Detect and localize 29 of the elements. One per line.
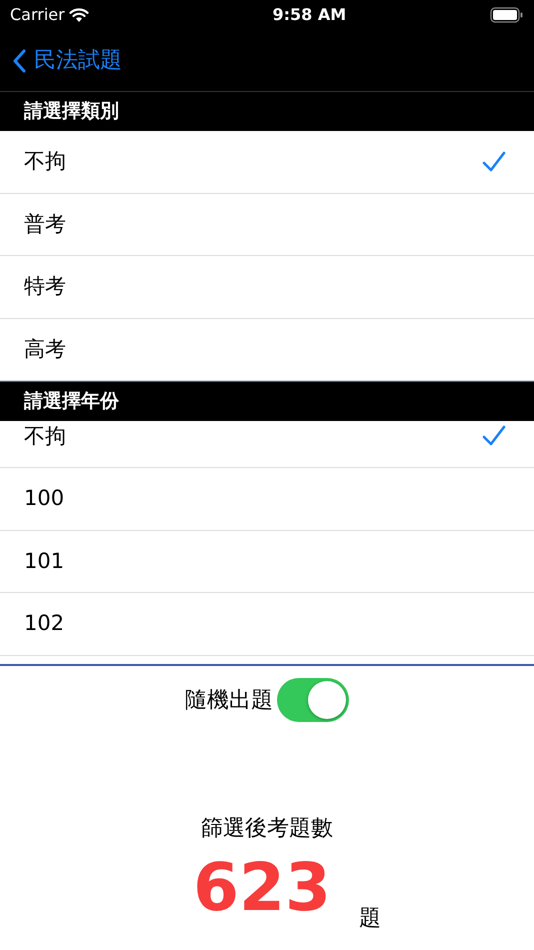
option-row[interactable]: 不拘: [0, 131, 534, 194]
option-label: 102: [24, 610, 64, 637]
result-unit: 題: [358, 905, 381, 933]
option-label: 100: [24, 485, 64, 512]
option-row[interactable]: 不拘: [0, 421, 534, 468]
option-label: 不拘: [24, 148, 66, 175]
carrier-label: Carrier: [10, 4, 65, 26]
battery-icon: [490, 7, 524, 23]
option-label: 101: [24, 548, 64, 574]
option-row[interactable]: 101: [0, 530, 534, 593]
option-row[interactable]: 特考: [0, 256, 534, 318]
wifi-icon: [68, 8, 89, 22]
section-header: 請選擇類別: [0, 92, 534, 131]
option-row[interactable]: 高考: [0, 318, 534, 381]
back-chevron-icon: [12, 48, 26, 72]
back-button[interactable]: 民法試題: [12, 44, 122, 77]
status-time: 9:58 AM: [272, 4, 346, 26]
option-label: 不拘: [24, 422, 66, 450]
result-count: 623: [193, 855, 331, 921]
option-row[interactable]: 102: [0, 593, 534, 656]
toggle-label: 隨機出題: [185, 686, 273, 714]
option-label: 高考: [24, 336, 66, 362]
option-label: 特考: [24, 273, 66, 300]
option-row[interactable]: 普考: [0, 194, 534, 256]
result-caption: 篩選後考題數: [200, 815, 334, 843]
random-toggle[interactable]: [277, 678, 349, 722]
option-row[interactable]: 100: [0, 468, 534, 530]
section-header: 請選擇年份: [0, 382, 534, 421]
option-label: 普考: [24, 210, 66, 238]
